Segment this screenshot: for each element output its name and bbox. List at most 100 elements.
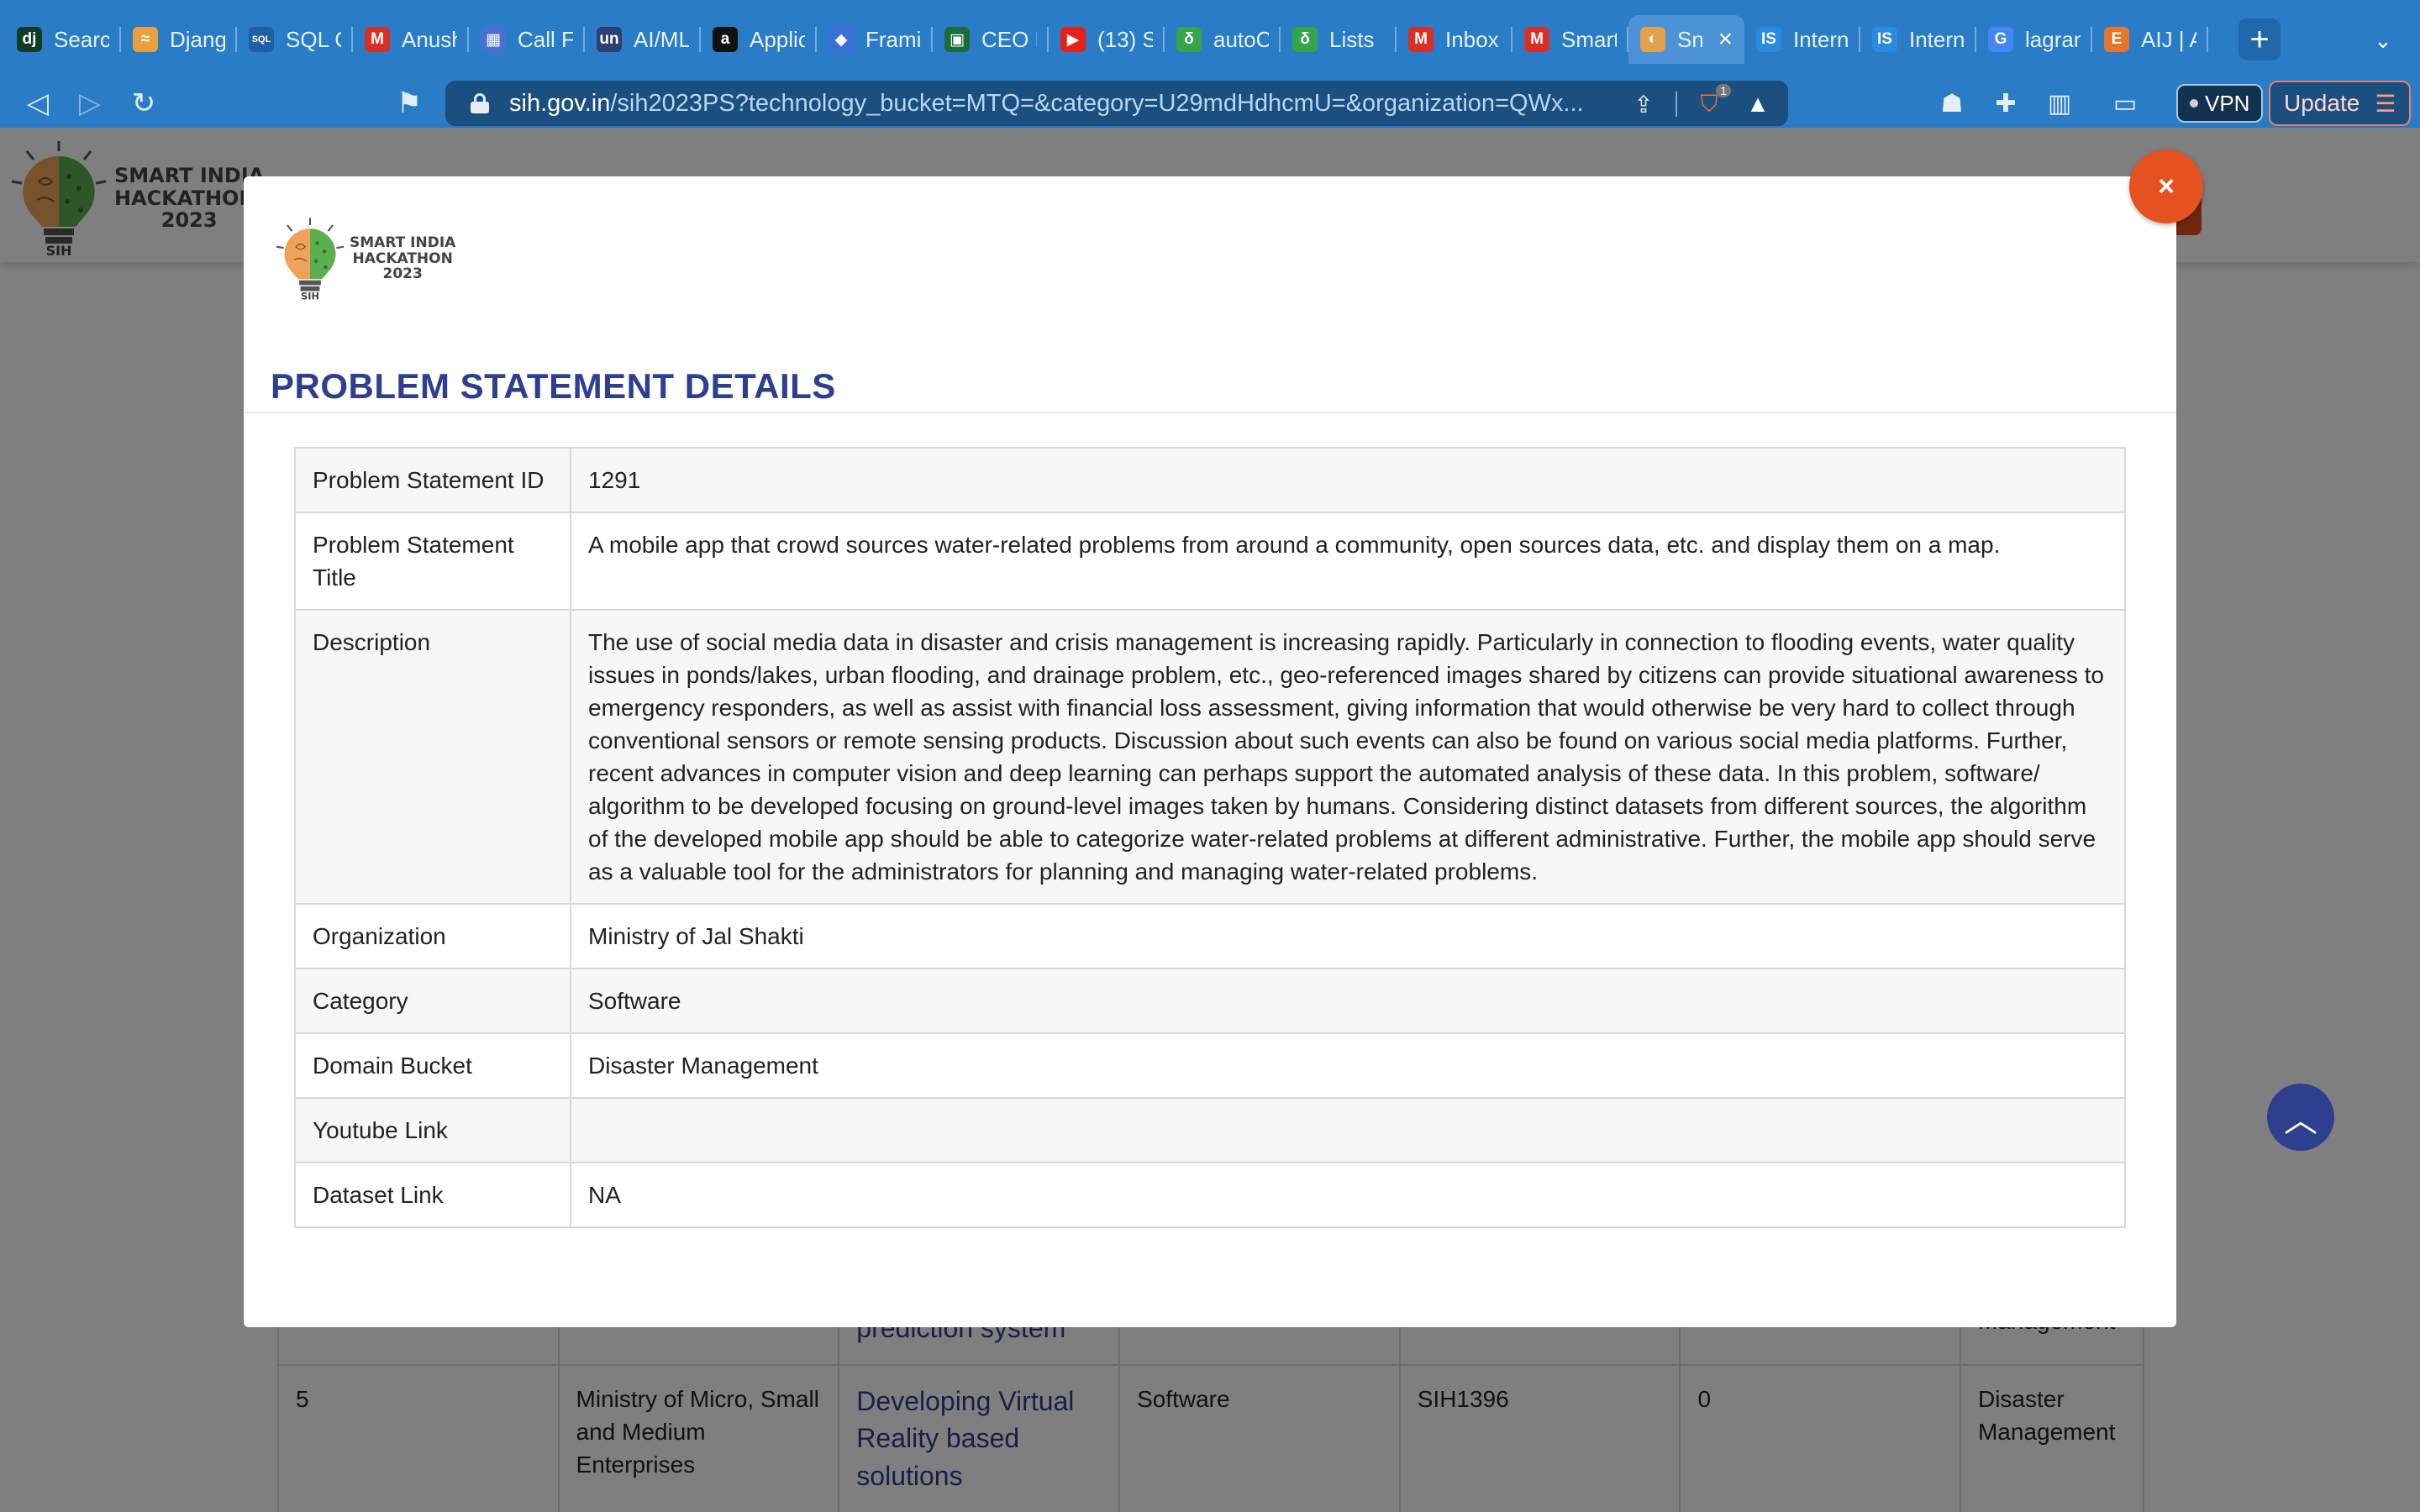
tab-title: Intern bbox=[1909, 26, 1965, 52]
tab-title: autoC bbox=[1213, 26, 1269, 52]
browser-tab[interactable]: δ Lists bbox=[1281, 15, 1397, 64]
modal-logo-line2: HACKATHON bbox=[352, 249, 453, 267]
details-value: 1291 bbox=[570, 447, 2126, 513]
tab-search-chevron-icon[interactable]: ⌄ bbox=[2366, 24, 2400, 57]
tab-favicon-icon: M bbox=[365, 27, 390, 52]
url-path: /sih2023PS?technology_bucket=MTQ=&catego… bbox=[610, 89, 1584, 117]
details-label: Youtube Link bbox=[294, 1097, 571, 1163]
tab-title: AIJ | A bbox=[2141, 26, 2196, 52]
details-row-domain-bucket: Domain Bucket Disaster Management bbox=[294, 1032, 2126, 1099]
brave-shield-icon[interactable]: ⛉ 1 bbox=[1692, 84, 1731, 121]
tab-favicon-icon: a bbox=[713, 27, 738, 52]
tab-title: Lists bbox=[1329, 26, 1375, 52]
browser-tab[interactable]: IS Intern bbox=[1860, 15, 1976, 64]
tab-favicon-icon: ≈ bbox=[133, 27, 158, 52]
back-icon[interactable]: ◁ bbox=[17, 82, 59, 124]
bookmark-icon[interactable]: ⚑ bbox=[388, 82, 430, 124]
browser-tab[interactable]: ◐ Sn × bbox=[1628, 15, 1744, 64]
tab-title: Intern bbox=[1793, 26, 1849, 52]
bulb-brain-icon: SIH bbox=[276, 218, 345, 301]
details-row-title: Problem Statement Title A mobile app tha… bbox=[294, 512, 2126, 611]
vpn-button[interactable]: VPN bbox=[2176, 84, 2264, 123]
browser-tab[interactable]: Glagran bbox=[1976, 15, 2092, 64]
wallet-icon[interactable]: ▭ bbox=[2106, 84, 2144, 123]
browser-tab[interactable]: ▣ CEO D bbox=[933, 15, 1049, 64]
hamburger-menu-icon: ☰ bbox=[2375, 90, 2396, 117]
browser-tab-bar: dj Search ≈ Django SQL SQL C M Anush ▦ Call F un AI… bbox=[0, 0, 2420, 79]
details-value: The use of social media data in disaster… bbox=[570, 609, 2126, 905]
modal-logo-bulb-text: SIH bbox=[301, 291, 319, 301]
tab-favicon-icon: un bbox=[597, 27, 622, 52]
browser-tab[interactable]: ◆ Frami bbox=[817, 15, 933, 64]
browser-tab[interactable]: M Anush bbox=[353, 15, 469, 64]
new-tab-button[interactable]: + bbox=[2238, 18, 2281, 60]
tab-title: Call F bbox=[518, 26, 573, 52]
tab-title: Sn bbox=[1677, 26, 1703, 52]
tab-favicon-icon: ▶ bbox=[1060, 27, 1086, 52]
brave-shield-badge: 1 bbox=[1716, 84, 1731, 97]
tab-title: Frami bbox=[865, 26, 921, 52]
tab-favicon-icon: M bbox=[1408, 27, 1434, 52]
tab-title: Inbox bbox=[1445, 26, 1499, 52]
modal-logo: SIH SMART INDIA HACKATHON 2023 bbox=[274, 217, 455, 301]
address-bar[interactable]: sih.gov.in/sih2023PS?technology_bucket=M… bbox=[445, 81, 1788, 126]
extension-puzzle-dim-icon[interactable]: ☗ bbox=[1933, 84, 1971, 123]
details-row-description: Description The use of social media data… bbox=[294, 609, 2126, 905]
tab-favicon-icon: ▦ bbox=[481, 27, 506, 52]
details-label: Category bbox=[294, 968, 571, 1034]
tab-favicon-icon: ◆ bbox=[829, 27, 854, 52]
problem-details-modal: SIH SMART INDIA HACKATHON 2023 PROBLEM S… bbox=[244, 176, 2176, 1327]
browser-tab[interactable]: ≈ Django bbox=[121, 15, 237, 64]
browser-tab[interactable]: IS Intern bbox=[1744, 15, 1860, 64]
browser-tab[interactable]: M Smart bbox=[1512, 15, 1628, 64]
details-label: Description bbox=[294, 609, 571, 905]
tab-favicon-icon: G bbox=[1988, 27, 2013, 52]
details-value: Software bbox=[570, 968, 2126, 1034]
details-value: NA bbox=[570, 1162, 2126, 1228]
tab-title: SQL C bbox=[286, 26, 341, 52]
details-value: Ministry of Jal Shakti bbox=[570, 903, 2126, 969]
scroll-to-top-button[interactable]: ︿ bbox=[2267, 1084, 2334, 1151]
tab-title: AI/ML bbox=[634, 26, 689, 52]
tab-favicon-icon: E bbox=[2104, 27, 2129, 52]
close-icon: × bbox=[2158, 170, 2175, 202]
browser-tab[interactable]: M Inbox bbox=[1397, 15, 1512, 64]
details-label: Problem Statement ID bbox=[294, 447, 571, 513]
details-row-category: Category Software bbox=[294, 968, 2126, 1034]
tab-title: Django bbox=[170, 26, 225, 52]
browser-tab[interactable]: dj Search bbox=[5, 15, 121, 64]
share-icon[interactable]: ⇪ bbox=[1627, 87, 1660, 121]
modal-divider bbox=[244, 412, 2176, 413]
sidebar-icon[interactable]: ▥ bbox=[2040, 84, 2079, 123]
browser-tab[interactable]: δ autoC bbox=[1165, 15, 1281, 64]
reload-icon[interactable]: ↻ bbox=[123, 82, 165, 124]
details-label: Domain Bucket bbox=[294, 1032, 571, 1099]
brave-rewards-icon[interactable]: ▲ bbox=[1741, 87, 1775, 121]
tab-favicon-icon: ▣ bbox=[944, 27, 970, 52]
browser-tab[interactable]: ▦ Call F bbox=[469, 15, 585, 64]
extensions-icon[interactable]: ✚ bbox=[1986, 84, 2025, 123]
modal-close-button[interactable]: × bbox=[2129, 150, 2203, 223]
tab-title: CEO D bbox=[981, 26, 1037, 52]
chevron-up-icon: ︿ bbox=[2284, 1102, 2317, 1139]
details-value bbox=[570, 1097, 2126, 1163]
tab-title: Search bbox=[54, 26, 109, 52]
browser-tab[interactable]: a Applic bbox=[701, 15, 817, 64]
tab-title: Anush bbox=[402, 26, 457, 52]
forward-icon[interactable]: ▷ bbox=[69, 82, 111, 124]
url-host: sih.gov.in bbox=[509, 89, 611, 117]
browser-tab[interactable]: ▶ (13) S bbox=[1049, 15, 1165, 64]
tab-favicon-icon: SQL bbox=[249, 27, 274, 52]
browser-tab[interactable]: E AIJ | A bbox=[2092, 15, 2208, 64]
details-value: Disaster Management bbox=[570, 1032, 2126, 1099]
tab-favicon-icon: M bbox=[1524, 27, 1549, 52]
tab-favicon-icon: dj bbox=[17, 27, 42, 52]
update-button[interactable]: Update ☰ bbox=[2269, 81, 2412, 126]
browser-tab[interactable]: SQL SQL C bbox=[237, 15, 353, 64]
tab-favicon-icon: ◐ bbox=[1640, 27, 1665, 52]
details-label: Problem Statement Title bbox=[294, 512, 571, 611]
vpn-label: VPN bbox=[2205, 90, 2250, 116]
tab-close-icon[interactable]: × bbox=[1718, 25, 1733, 54]
browser-tab[interactable]: un AI/ML bbox=[585, 15, 701, 64]
modal-title: PROBLEM STATEMENT DETAILS bbox=[271, 366, 836, 406]
